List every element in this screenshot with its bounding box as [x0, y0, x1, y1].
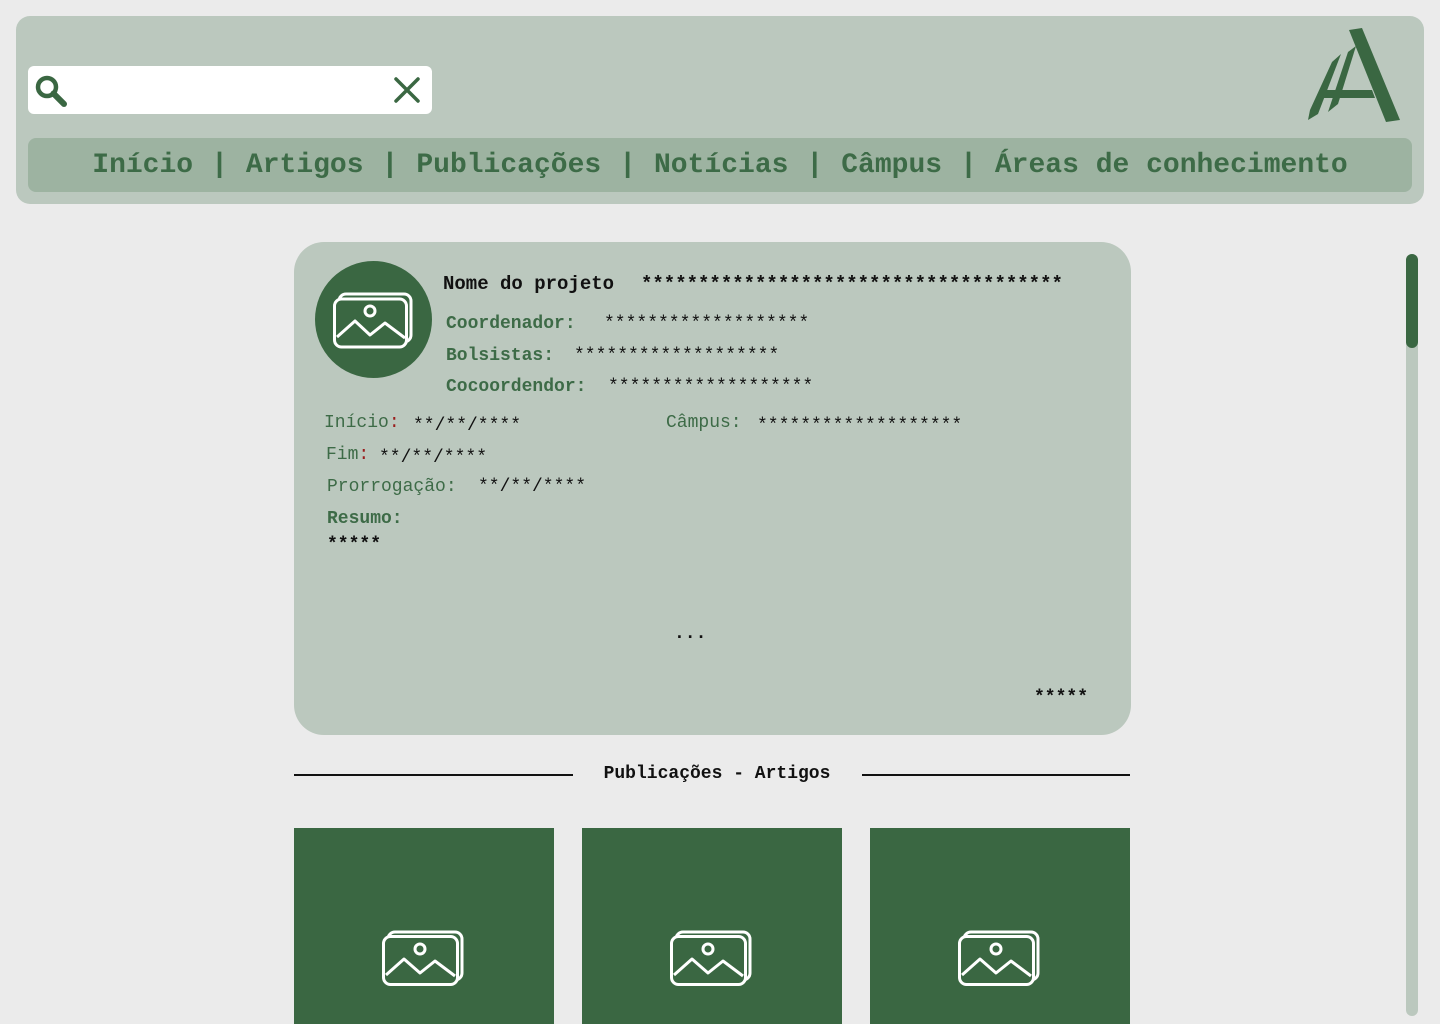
campus-label: Câmpus:	[666, 413, 742, 433]
section-title: Publicações - Artigos	[603, 764, 831, 784]
nav-separator: |	[960, 149, 977, 181]
nav-item-publicacoes[interactable]: Publicações	[416, 150, 601, 181]
scholars-value: *******************	[574, 346, 780, 366]
vertical-scrollbar[interactable]	[1406, 254, 1418, 1016]
summary-value: *****	[327, 535, 382, 555]
coordinator-value: *******************	[604, 314, 810, 334]
end-date-label-text: Fim	[326, 445, 359, 465]
project-name-value: *************************************	[641, 273, 1063, 295]
coordinator-label: Coordenador:	[446, 314, 576, 334]
card-footer-value: *****	[1034, 688, 1089, 708]
nav-separator: |	[806, 149, 824, 181]
publication-card[interactable]	[294, 828, 554, 1024]
start-date-value: **/**/****	[413, 416, 522, 436]
end-date-label: Fim:	[326, 445, 369, 465]
search-input[interactable]	[76, 74, 380, 108]
project-avatar	[315, 261, 432, 378]
cocoordinator-value: *******************	[608, 377, 814, 397]
summary-label: Resumo:	[327, 509, 403, 529]
section-divider-left	[294, 774, 573, 776]
summary-ellipsis: ...	[674, 624, 707, 644]
extension-label: Prorrogação:	[327, 477, 457, 497]
nav-separator: |	[619, 149, 636, 181]
publication-card[interactable]	[870, 828, 1130, 1024]
nav-item-inicio[interactable]: Início	[92, 150, 193, 181]
search-bar	[28, 66, 432, 114]
scrollbar-thumb[interactable]	[1406, 254, 1418, 348]
project-name-label: Nome do projeto	[443, 273, 615, 295]
project-card: Nome do projeto ************************…	[294, 242, 1131, 735]
start-date-label: Início:	[324, 413, 400, 433]
image-placeholder-icon	[332, 292, 412, 348]
campus-value: *******************	[757, 416, 963, 436]
required-marker: :	[358, 445, 370, 465]
section-divider-right	[862, 774, 1130, 776]
scholars-label: Bolsistas:	[446, 346, 555, 366]
start-date-label-text: Início	[324, 413, 389, 433]
image-placeholder-icon	[382, 930, 464, 986]
nav-separator: |	[211, 149, 228, 181]
publication-card[interactable]	[582, 828, 842, 1024]
site-header: Início | Artigos | Publicações | Notícia…	[16, 16, 1424, 204]
close-icon[interactable]	[392, 75, 422, 105]
search-icon[interactable]	[34, 74, 68, 108]
cocoordinator-label: Cocoordendor:	[446, 377, 587, 397]
nav-item-noticias[interactable]: Notícias	[654, 150, 788, 181]
nav-separator: |	[381, 149, 399, 181]
end-date-value: **/**/****	[379, 448, 488, 468]
main-navigation: Início | Artigos | Publicações | Notícia…	[28, 138, 1412, 192]
nav-item-areas-de-conhecimento[interactable]: Áreas de conhecimento	[995, 150, 1348, 181]
logo-a-pen-icon[interactable]	[1304, 24, 1404, 124]
image-placeholder-icon	[958, 930, 1040, 986]
extension-value: **/**/****	[478, 477, 587, 497]
required-marker: :	[388, 413, 400, 433]
nav-item-campus[interactable]: Câmpus	[841, 150, 942, 181]
image-placeholder-icon	[670, 930, 752, 986]
nav-item-artigos[interactable]: Artigos	[246, 150, 364, 181]
